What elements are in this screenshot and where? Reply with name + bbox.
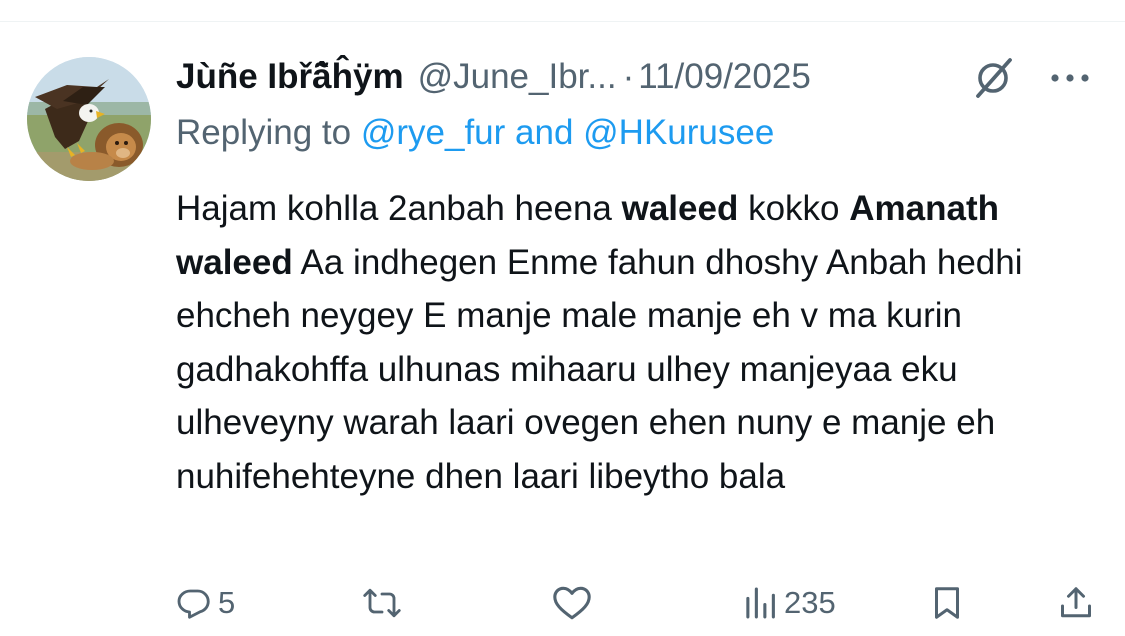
replying-to: Replying to @rye_fur and @HKurusee — [176, 113, 774, 159]
tweet-text-segment: kokko — [738, 189, 850, 228]
action-bar: 5 235 — [0, 580, 1125, 626]
tweet-text: Hajam kohlla 2anbah heena waleed kokko A… — [176, 182, 1096, 503]
share-button[interactable] — [1058, 580, 1094, 626]
like-icon — [553, 586, 591, 620]
tweet[interactable]: Jùñe Ibřã̂ĥÿm @June_Ibr... · 11/09/2025 … — [0, 0, 1125, 636]
tweet-header: Jùñe Ibřã̂ĥÿm @June_Ibr... · 11/09/2025 — [176, 52, 811, 102]
share-icon — [1061, 587, 1091, 618]
reply-button[interactable]: 5 — [176, 580, 235, 626]
mention-link-hkurusee[interactable]: @HKurusee — [583, 113, 774, 152]
tweet-text-segment: Aa indhegen Enme fahun dhoshy Anbah hedh… — [176, 242, 1023, 496]
tweet-text-segment: Hajam kohlla 2anbah heena — [176, 189, 622, 228]
more-icon[interactable] — [1046, 64, 1094, 92]
views-count: 235 — [784, 585, 836, 620]
author-display-name[interactable]: Jùñe Ibřã̂ĥÿm — [176, 57, 404, 97]
tweet-text-bold-segment: waleed — [621, 189, 739, 228]
avatar-image — [27, 57, 151, 181]
reply-count: 5 — [218, 585, 236, 620]
bookmark-button[interactable] — [929, 580, 965, 626]
repost-button[interactable] — [362, 580, 408, 626]
like-button[interactable] — [552, 580, 598, 626]
separator-dot: · — [622, 57, 635, 96]
repost-icon — [363, 588, 401, 618]
mention-link-rye-fur[interactable]: @rye_fur — [361, 113, 505, 152]
avatar[interactable] — [27, 57, 151, 181]
reply-icon — [177, 589, 210, 619]
author-handle[interactable]: @June_Ibr... — [418, 57, 617, 97]
replying-to-and: and — [505, 113, 584, 152]
tweet-date[interactable]: 11/09/2025 — [638, 57, 811, 97]
views-button[interactable]: 235 — [744, 580, 836, 626]
views-icon — [746, 587, 775, 619]
replying-to-label: Replying to — [176, 113, 361, 152]
bookmark-icon — [935, 587, 959, 619]
grok-icon[interactable] — [968, 55, 1018, 101]
